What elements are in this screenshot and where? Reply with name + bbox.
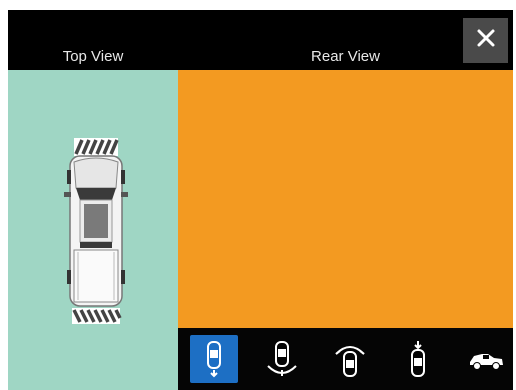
- rear-guide-stripes: [72, 308, 122, 324]
- rear-wide-view-icon: [265, 340, 299, 378]
- header-bar: Top View Rear View: [8, 10, 513, 70]
- close-icon: [476, 28, 496, 53]
- top-view-panel: [8, 70, 178, 390]
- side-rear-view-icon: [466, 344, 506, 374]
- truck-icon: [64, 155, 128, 307]
- hitch-zoom-view-button[interactable]: [394, 335, 442, 383]
- close-button[interactable]: [463, 18, 508, 63]
- view-mode-toolbar: [178, 328, 513, 390]
- rear-view-panel: [178, 70, 513, 328]
- front-guide-stripes: [74, 138, 119, 156]
- top-view-title: Top View: [62, 48, 124, 65]
- rear-cross-path-view-button[interactable]: [326, 335, 374, 383]
- rear-wide-view-button[interactable]: [258, 335, 306, 383]
- standard-rear-view-button[interactable]: [190, 335, 238, 383]
- rear-cross-path-view-icon: [333, 340, 367, 378]
- side-rear-view-button[interactable]: [462, 335, 510, 383]
- vehicle-top-view-graphic: [64, 138, 128, 324]
- standard-rear-view-icon: [199, 340, 229, 378]
- hitch-zoom-view-icon: [403, 340, 433, 378]
- camera-screen: Top View Rear View: [8, 10, 513, 390]
